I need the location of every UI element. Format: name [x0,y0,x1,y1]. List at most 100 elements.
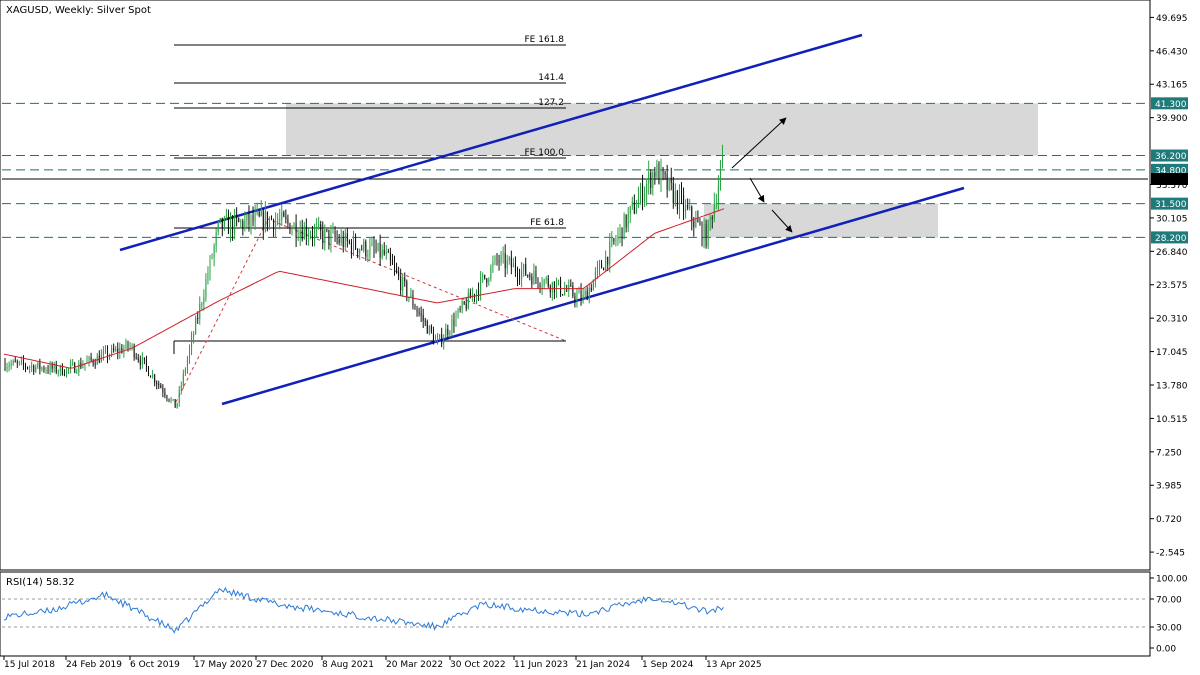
level-badge-label: 41.300 [1155,100,1187,110]
candle-bear [365,241,367,257]
candle-bear [383,249,385,255]
candle-bear [39,362,41,370]
candle-bear [143,357,145,360]
candle-bull [88,356,90,361]
candle-bull [37,362,39,367]
candle-bear [320,224,322,231]
candle-bear [517,271,518,278]
price-panel [0,0,1151,571]
candle-bull [82,365,84,368]
resistance-zone [286,103,1038,156]
candle-bull [428,325,430,334]
time-axis-label: 21 Jan 2024 [576,660,630,670]
fib-level-label: FE 161.8 [525,35,565,45]
candle-bear [342,236,344,247]
candle-bull [180,385,182,390]
candle-bull [182,373,184,386]
candle-bear [666,174,668,190]
candle-bull [578,291,580,294]
candle-bear [650,172,652,189]
candle-bull [652,172,654,189]
candle-bull [340,236,342,243]
candle-bull [184,369,186,374]
candle-bear [266,211,268,227]
candle-bull [203,297,205,304]
rsi-axis-label: 100.00 [1156,575,1188,585]
candle-bull [564,290,566,295]
candle-bull [646,183,648,194]
candle-bear [601,263,603,269]
candle-bear [701,223,703,242]
candle-bull [316,226,318,230]
candle-bear [221,217,223,229]
candle-bull [576,293,578,301]
candle-bull [240,221,242,223]
candle-bear [531,276,533,285]
candle-bull [437,339,439,341]
candle-bear [137,357,139,361]
candle-bull [281,212,283,220]
candle-bear [33,365,35,372]
candle-bull [57,371,59,373]
candle-bull [244,220,246,229]
candle-bear [562,294,564,296]
candle-bull [230,218,231,234]
candle-bear [174,399,176,408]
candle-bear [273,219,275,230]
candle-bear [47,370,49,372]
candle-bull [217,222,219,233]
candle-bear [525,264,527,276]
price-axis-label: 17.045 [1156,348,1188,358]
candle-bear [681,191,682,196]
candle-bear [150,375,152,378]
candle-bull [506,260,508,269]
candle-bull [115,348,117,351]
candle-bull [68,368,70,370]
candle-bull [246,213,248,221]
candle-bull [609,241,611,265]
candle-bull [369,245,371,256]
candle-bull [523,264,525,270]
candle-bull [445,329,447,338]
candle-bull [668,177,670,190]
candle-bull [213,245,215,258]
candle-bull [35,366,37,372]
price-axis-label: 46.430 [1156,47,1188,57]
candle-bull [457,308,459,316]
candle-bull [644,193,646,203]
candle-bear [238,218,240,222]
candle-bull [268,217,270,227]
candle-bear [328,229,330,244]
candle-bull [443,337,445,344]
candle-bear [158,384,160,386]
candle-bear [271,217,272,220]
candle-bull [102,351,104,355]
candle-bull [545,278,547,280]
candle-bear [693,220,695,228]
candle-bull [584,291,586,295]
candle-bear [687,205,689,209]
candle-bull [66,368,67,376]
candle-bear [14,360,16,363]
candle-bull [410,294,412,298]
fib-level-label: FE 61.8 [530,218,564,228]
candle-bull [279,219,281,221]
candle-bull [707,220,709,247]
candle-bull [605,256,607,271]
candle-bull [293,223,295,229]
candle-bull [678,191,680,210]
candle-bear [387,251,389,253]
symbol-title: XAGUSD, Weekly: Silver Spot [6,5,151,16]
candle-bull [41,367,43,370]
candle-bear [465,303,467,309]
candle-bear [406,281,408,298]
candle-bull [648,172,650,184]
candle-bear [389,252,391,261]
rsi-panel [0,571,1151,657]
candle-bear [414,305,416,310]
candle-bear [312,235,313,238]
candle-bull [223,217,225,229]
candle-bear [375,249,377,251]
candle-bull [299,230,301,238]
candle-bull [205,279,207,298]
